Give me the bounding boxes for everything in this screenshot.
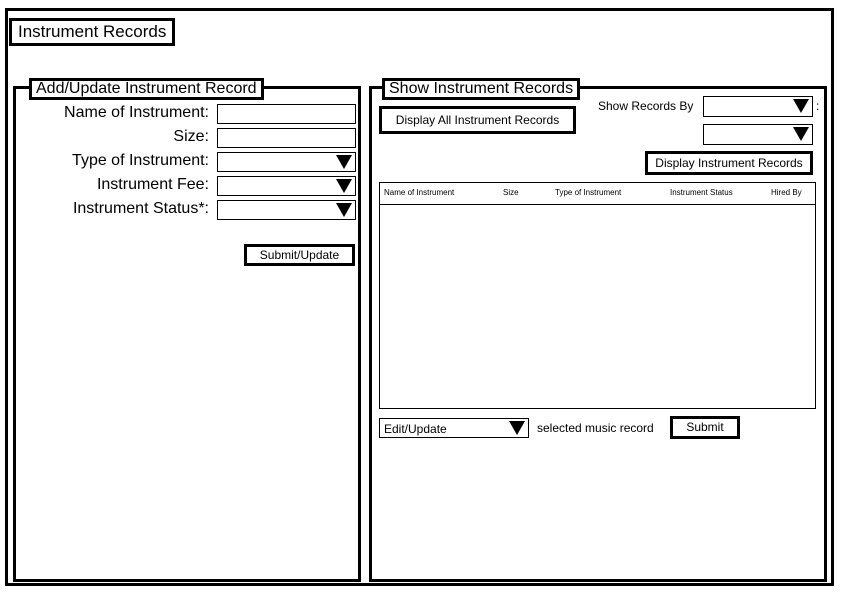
instrument-status-label: Instrument Status*: — [72, 200, 209, 217]
type-of-instrument-select[interactable] — [217, 152, 356, 172]
action-select[interactable]: Edit/Update — [379, 418, 529, 438]
name-of-instrument-input[interactable] — [217, 104, 356, 124]
size-label: Size: — [173, 128, 209, 145]
type-of-instrument-label: Type of Instrument: — [72, 152, 209, 169]
submit-button[interactable]: Submit — [670, 416, 740, 439]
records-table[interactable]: Name of Instrument Size Type of Instrume… — [379, 182, 816, 409]
instrument-fee-select[interactable] — [217, 176, 356, 196]
show-records-by-select[interactable] — [703, 96, 813, 117]
selected-music-record-text: selected music record — [537, 421, 654, 435]
chevron-down-icon — [793, 127, 809, 141]
instrument-fee-label: Instrument Fee: — [96, 176, 209, 193]
column-header-type[interactable]: Type of Instrument — [555, 188, 621, 197]
app-title: Instrument Records — [9, 18, 176, 46]
display-all-records-button[interactable]: Display All Instrument Records — [379, 106, 576, 134]
show-records-panel-title: Show Instrument Records — [382, 78, 581, 100]
chevron-down-icon — [336, 203, 352, 217]
chevron-down-icon — [336, 155, 352, 169]
column-header-name[interactable]: Name of Instrument — [384, 188, 454, 197]
action-select-value: Edit/Update — [384, 422, 447, 436]
show-records-by-label: Show Records By — [598, 99, 694, 113]
name-of-instrument-label: Name of Instrument: — [64, 104, 209, 121]
add-update-panel-title: Add/Update Instrument Record — [29, 78, 264, 100]
size-input[interactable] — [217, 128, 356, 148]
chevron-down-icon — [336, 179, 352, 193]
column-header-hired-by[interactable]: Hired By — [771, 188, 802, 197]
show-records-by-colon: : — [816, 99, 820, 113]
column-header-size[interactable]: Size — [503, 188, 519, 197]
column-header-status[interactable]: Instrument Status — [670, 188, 733, 197]
display-instrument-records-button[interactable]: Display Instrument Records — [645, 151, 813, 175]
chevron-down-icon — [793, 99, 809, 113]
show-records-by-value-select[interactable] — [703, 124, 813, 145]
instrument-status-select[interactable] — [217, 200, 356, 220]
submit-update-button[interactable]: Submit/Update — [244, 244, 355, 266]
chevron-down-icon — [509, 421, 525, 435]
table-header: Name of Instrument Size Type of Instrume… — [380, 183, 815, 205]
